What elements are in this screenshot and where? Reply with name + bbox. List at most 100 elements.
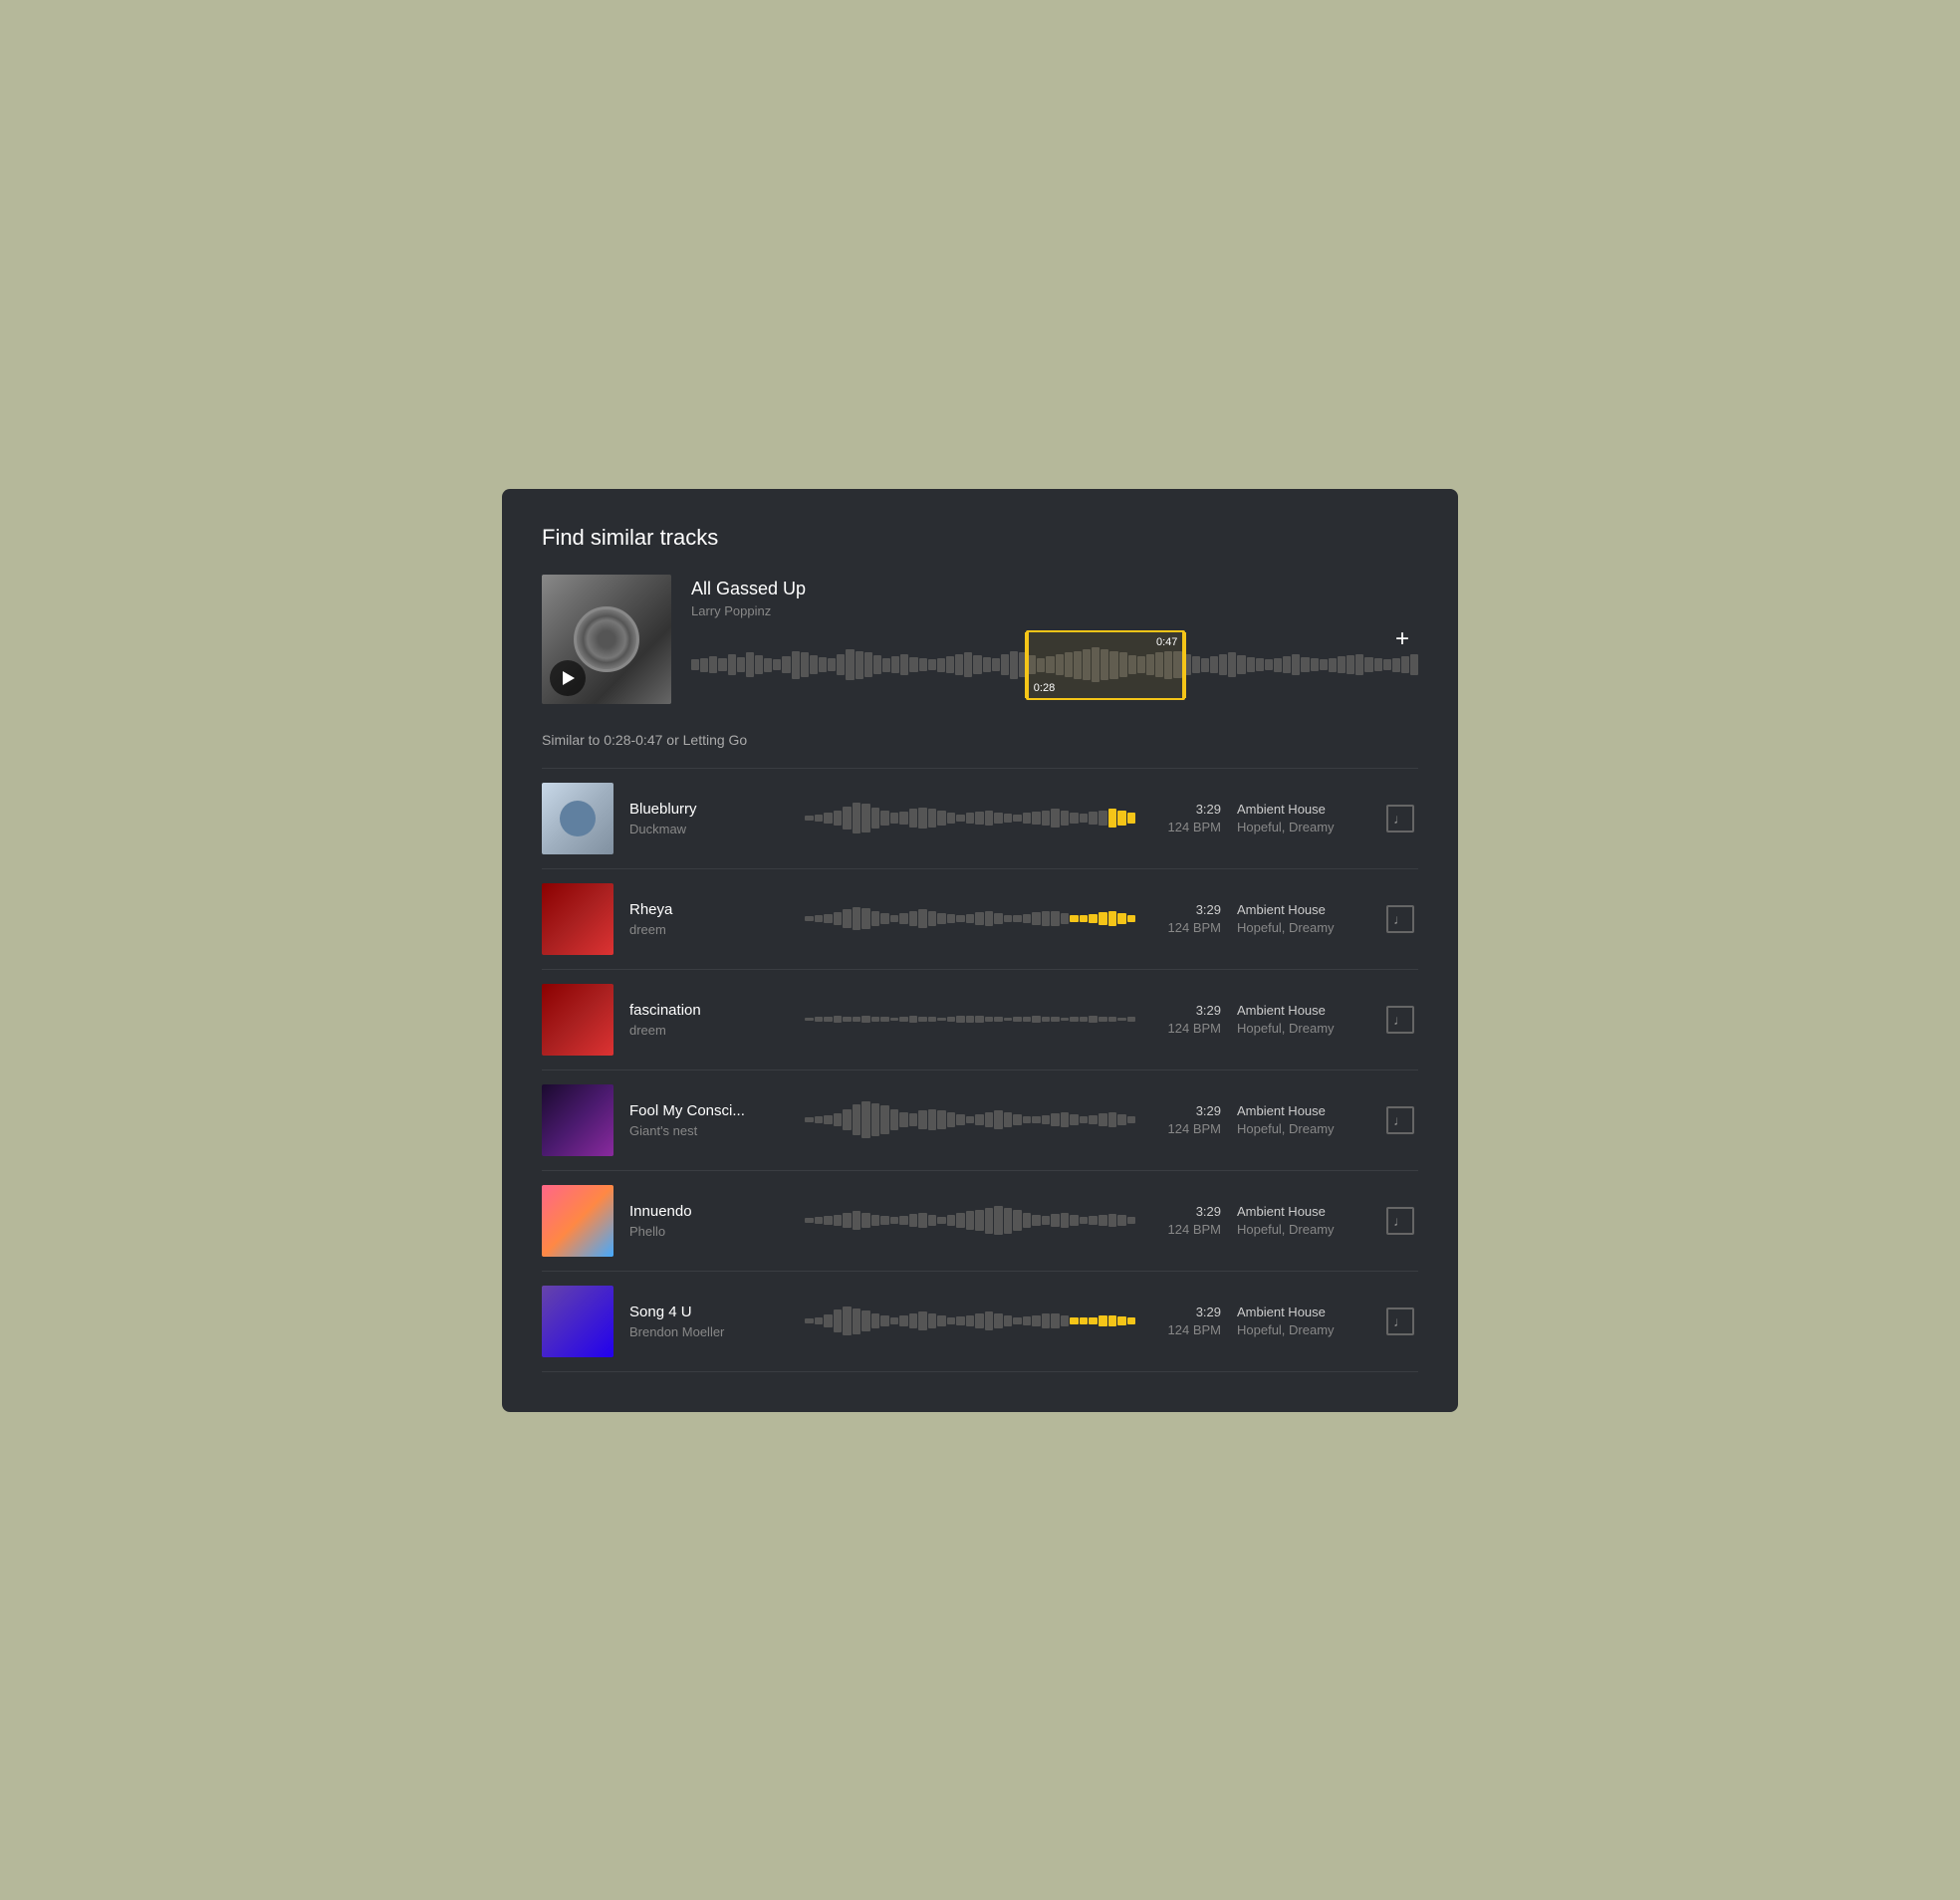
track-item: Song 4 U Brendon Moeller 3:29 124 BPM Am… [542,1271,1418,1372]
track-name: Fool My Consci... [629,1102,789,1119]
track-artist: Brendon Moeller [629,1324,789,1339]
track-name: Innuendo [629,1203,789,1220]
track-duration: 3:29 [1151,902,1221,917]
track-duration-bpm: 3:29 124 BPM [1151,802,1221,834]
music-note-icon: ♩ [1393,911,1407,927]
track-bpm: 124 BPM [1151,1322,1221,1337]
add-to-library-button[interactable]: ♩ [1386,1106,1414,1134]
track-artist: Duckmaw [629,822,789,836]
track-genre: Ambient House [1237,802,1366,817]
track-action[interactable]: ♩ [1382,1106,1418,1134]
mini-waveform-bars [805,893,1135,945]
source-track-name: All Gassed Up [691,579,1418,599]
track-item: Rheya dreem 3:29 124 BPM Ambient House H… [542,868,1418,969]
track-action[interactable]: ♩ [1382,905,1418,933]
track-name: Song 4 U [629,1304,789,1320]
track-genre-mood: Ambient House Hopeful, Dreamy [1237,1204,1366,1237]
track-mood: Hopeful, Dreamy [1237,1021,1366,1036]
track-waveform[interactable] [805,1296,1135,1347]
track-artist: Giant's nest [629,1123,789,1138]
track-list: Blueblurry Duckmaw 3:29 124 BPM Ambient … [542,768,1418,1372]
track-mood: Hopeful, Dreamy [1237,1222,1366,1237]
track-mood: Hopeful, Dreamy [1237,820,1366,834]
selection-handle-right[interactable] [1182,632,1186,698]
track-genre-mood: Ambient House Hopeful, Dreamy [1237,902,1366,935]
track-thumbnail [542,1185,613,1257]
selection-end-time: 0:47 [1156,636,1177,648]
add-to-library-button[interactable]: ♩ [1386,1006,1414,1034]
play-icon [563,671,575,685]
music-note-icon: ♩ [1393,1313,1407,1329]
track-bpm: 124 BPM [1151,820,1221,834]
track-waveform[interactable] [805,793,1135,844]
selection-start-time: 0:28 [1034,682,1055,694]
track-name: fascination [629,1002,789,1019]
track-genre: Ambient House [1237,1003,1366,1018]
track-bpm: 124 BPM [1151,920,1221,935]
track-thumbnail [542,1286,613,1357]
track-mood: Hopeful, Dreamy [1237,920,1366,935]
find-similar-modal: Find similar tracks All Gassed Up Larry … [502,489,1458,1412]
track-waveform[interactable] [805,893,1135,945]
track-duration: 3:29 [1151,1204,1221,1219]
source-artist-name: Larry Poppinz [691,603,1418,618]
track-genre-mood: Ambient House Hopeful, Dreamy [1237,1103,1366,1136]
track-item: Fool My Consci... Giant's nest 3:29 124 … [542,1069,1418,1170]
track-name-artist: fascination dreem [629,1002,789,1038]
track-action[interactable]: ♩ [1382,1006,1418,1034]
similar-label: Similar to 0:28-0:47 or Letting Go [542,732,1418,748]
source-track: All Gassed Up Larry Poppinz 0:47 0:28 + [542,575,1418,704]
track-waveform[interactable] [805,994,1135,1046]
mini-waveform-bars [805,1094,1135,1146]
music-note-icon: ♩ [1393,1213,1407,1229]
track-bpm: 124 BPM [1151,1021,1221,1036]
track-item: fascination dreem 3:29 124 BPM Ambient H… [542,969,1418,1069]
track-duration-bpm: 3:29 124 BPM [1151,1103,1221,1136]
track-thumbnail [542,883,613,955]
track-duration-bpm: 3:29 124 BPM [1151,1003,1221,1036]
track-action[interactable]: ♩ [1382,1307,1418,1335]
track-thumbnail [542,1084,613,1156]
track-bpm: 124 BPM [1151,1222,1221,1237]
track-waveform[interactable] [805,1195,1135,1247]
track-name-artist: Rheya dreem [629,901,789,937]
track-name-artist: Song 4 U Brendon Moeller [629,1304,789,1339]
track-name: Rheya [629,901,789,918]
music-note-icon: ♩ [1393,1012,1407,1028]
track-item: Blueblurry Duckmaw 3:29 124 BPM Ambient … [542,768,1418,868]
track-name-artist: Fool My Consci... Giant's nest [629,1102,789,1138]
selection-overlay[interactable]: 0:47 0:28 [1026,630,1186,700]
track-duration: 3:29 [1151,1003,1221,1018]
track-item: Innuendo Phello 3:29 124 BPM Ambient Hou… [542,1170,1418,1271]
track-action[interactable]: ♩ [1382,1207,1418,1235]
mini-waveform-bars [805,793,1135,844]
music-note-icon: ♩ [1393,1112,1407,1128]
music-note-icon: ♩ [1393,811,1407,827]
add-to-library-button[interactable]: ♩ [1386,805,1414,832]
track-thumbnail [542,984,613,1056]
track-artist: dreem [629,1023,789,1038]
source-info-waveform: All Gassed Up Larry Poppinz 0:47 0:28 [671,579,1418,700]
selection-handle-left[interactable] [1025,632,1029,698]
source-album-art [542,575,671,704]
track-action[interactable]: ♩ [1382,805,1418,832]
track-thumbnail [542,783,613,854]
add-to-library-button[interactable]: ♩ [1386,1207,1414,1235]
track-waveform[interactable] [805,1094,1135,1146]
track-genre: Ambient House [1237,1103,1366,1118]
track-mood: Hopeful, Dreamy [1237,1121,1366,1136]
track-name: Blueblurry [629,801,789,818]
track-genre: Ambient House [1237,1305,1366,1319]
track-duration: 3:29 [1151,802,1221,817]
track-bpm: 124 BPM [1151,1121,1221,1136]
source-waveform[interactable]: 0:47 0:28 [691,630,1418,700]
add-to-library-button[interactable]: ♩ [1386,905,1414,933]
mini-waveform-bars [805,994,1135,1046]
track-duration-bpm: 3:29 124 BPM [1151,902,1221,935]
add-button[interactable]: + [1386,623,1418,655]
track-name-artist: Innuendo Phello [629,1203,789,1239]
track-genre-mood: Ambient House Hopeful, Dreamy [1237,1003,1366,1036]
track-duration-bpm: 3:29 124 BPM [1151,1305,1221,1337]
play-button[interactable] [550,660,586,696]
add-to-library-button[interactable]: ♩ [1386,1307,1414,1335]
